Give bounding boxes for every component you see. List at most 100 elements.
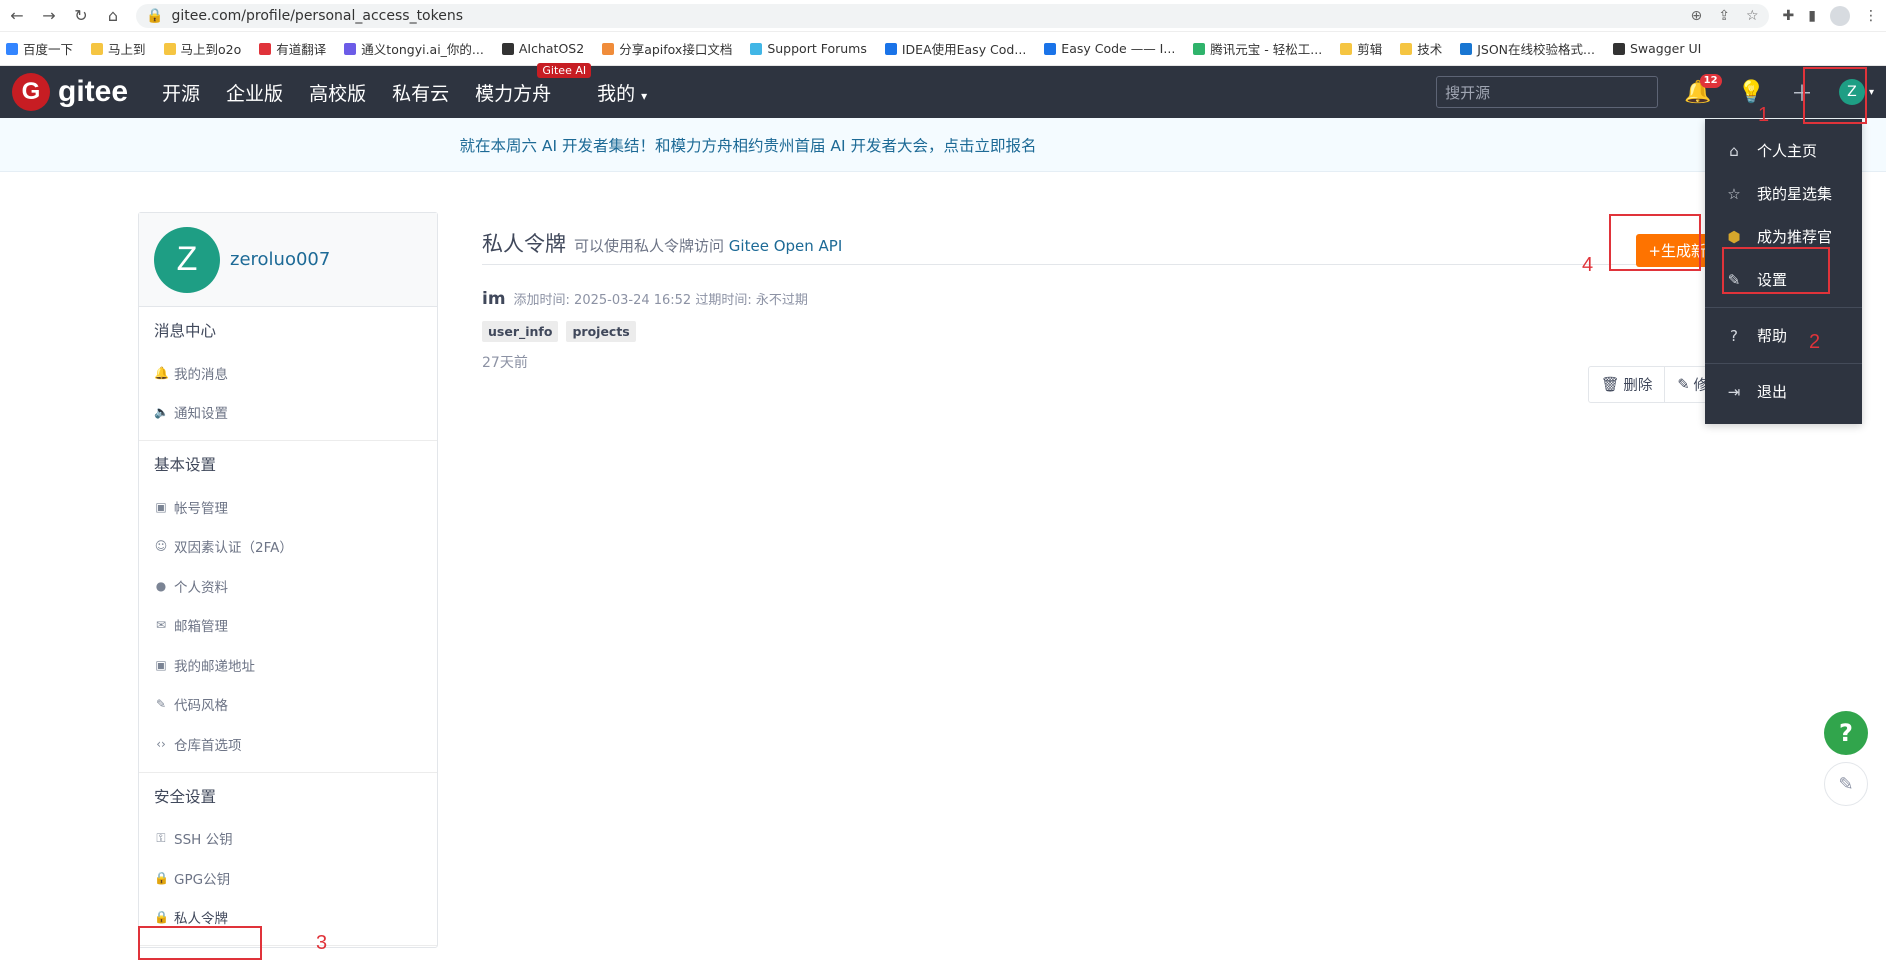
sidebar-item-label: 代码风格	[174, 698, 228, 715]
sidebar-item[interactable]: ⚿ SSH 公钥	[154, 819, 423, 859]
notification-count: 12	[1699, 73, 1722, 88]
sidebar-item[interactable]: 🔒 GPG公钥	[154, 858, 423, 898]
bookmark-item[interactable]: 腾讯元宝 - 轻松工...	[1193, 39, 1322, 58]
profile-name[interactable]: zeroluo007	[230, 249, 330, 270]
bookmark-item[interactable]: IDEA使用Easy Cod...	[884, 39, 1026, 58]
token-lock-icon: 🔒	[154, 910, 169, 925]
speaker-icon: 🔈	[154, 405, 169, 420]
nav-mine[interactable]: 我的 ▾	[597, 79, 647, 106]
plus-icon[interactable]: ＋	[1791, 76, 1813, 108]
bookmark-item[interactable]: Easy Code —— I...	[1044, 41, 1175, 56]
menu-item[interactable]: ⇥ 退出	[1705, 370, 1862, 413]
help-button[interactable]: ?	[1824, 711, 1868, 755]
bookmark-item[interactable]: AIchatOS2	[501, 41, 584, 56]
menu-item[interactable]: ⌂ 个人主页	[1705, 129, 1862, 172]
address-bar[interactable]: 🔒 gitee.com/profile/personal_access_toke…	[136, 3, 1769, 28]
share-icon[interactable]: ⇪	[1718, 8, 1730, 24]
sidebar-item-label: SSH 公钥	[174, 832, 233, 849]
bookmark-item[interactable]: Swagger UI	[1612, 41, 1701, 56]
settings-sidebar: Z zeroluo007 消息中心 🔔 我的消息 🔈 通知设置 基本设置 ▣ 帐号管理 ☺ 双因素…	[138, 212, 438, 948]
home-icon[interactable]: ⌂	[104, 6, 122, 25]
bookmark-item[interactable]: 百度一下	[6, 39, 73, 58]
sidebar-item[interactable]: ▣ 我的邮递地址	[154, 645, 423, 685]
sidebar-section: 安全设置 ⚿ SSH 公钥 🔒 GPG公钥 🔒 私人令牌	[139, 773, 437, 946]
sidebar-item[interactable]: ☺ 双因素认证（2FA）	[154, 527, 423, 567]
nav-open-source[interactable]: 开源	[162, 79, 200, 106]
sidebar-item[interactable]: 🔈 通知设置	[154, 393, 423, 433]
sidebar-item-label: 我的邮递地址	[174, 658, 255, 675]
sidebar-section-title: 基本设置	[154, 456, 217, 474]
zoom-icon[interactable]: ⊕	[1691, 8, 1703, 24]
token-time-ago: 27天前	[482, 355, 528, 371]
question-icon: ?	[1730, 326, 1738, 345]
user-menu-trigger[interactable]: Z ▾	[1838, 79, 1874, 105]
bookmark-star-icon[interactable]: ☆	[1746, 8, 1759, 24]
extensions-icon[interactable]: ✚	[1783, 8, 1795, 24]
lock-icon: 🔒	[154, 870, 169, 885]
sidebar-item[interactable]: 🔒 私人令牌	[154, 898, 423, 938]
search-input[interactable]: 搜开源	[1436, 76, 1659, 108]
bookmark-icon	[750, 42, 763, 55]
sidebar-item[interactable]: 🔔 我的消息	[154, 353, 423, 393]
step-label: 3	[316, 932, 328, 954]
gitee-logo[interactable]: G gitee	[12, 73, 128, 111]
address-icon: ▣	[155, 657, 167, 672]
nav-enterprise[interactable]: 企业版	[226, 79, 283, 106]
nav-private-cloud[interactable]: 私有云	[392, 79, 449, 106]
menu-item[interactable]: ✎ 设置	[1705, 258, 1862, 301]
nav-education[interactable]: 高校版	[309, 79, 366, 106]
bookmark-item[interactable]: JSON在线校验格式...	[1460, 39, 1595, 58]
menu-divider	[1705, 363, 1862, 364]
badge-icon: ⬢	[1727, 227, 1741, 246]
bookmark-item[interactable]: 马上到o2o	[163, 39, 241, 58]
feedback-button[interactable]: ✎	[1824, 762, 1868, 806]
bell-icon[interactable]: 🔔 12	[1684, 73, 1722, 105]
menu-item[interactable]: ? 帮助	[1705, 314, 1862, 357]
avatar[interactable]: Z	[154, 226, 220, 293]
bookmark-label: 有道翻译	[276, 42, 327, 57]
menu-item[interactable]: ☆ 我的星选集	[1705, 172, 1862, 215]
delete-label: 删除	[1623, 378, 1653, 394]
nav-moli-label: 模力方舟	[475, 82, 552, 105]
menu-icon[interactable]: ⋮	[1864, 8, 1878, 24]
sidebar-item[interactable]: ‹› 仓库首选项	[154, 724, 423, 764]
sidebar-item[interactable]: ✉ 邮箱管理	[154, 606, 423, 646]
sidebar-item[interactable]: ✎ 代码风格	[154, 685, 423, 725]
bookmark-item[interactable]: 技术	[1400, 39, 1442, 58]
forward-icon[interactable]: →	[40, 6, 58, 25]
announcement-banner[interactable]: 就在本周六 AI 开发者集结！和模力方舟相约贵州首届 AI 开发者大会，点击立即…	[0, 118, 1886, 172]
back-icon[interactable]: ←	[8, 6, 26, 25]
reload-icon[interactable]: ↻	[72, 6, 90, 25]
lightbulb-icon[interactable]: 💡	[1738, 80, 1765, 105]
bookmark-label: 通义tongyi.ai_你的...	[361, 42, 484, 57]
sidepanel-icon[interactable]: ▮	[1808, 8, 1816, 24]
browser-profile-icon[interactable]	[1830, 5, 1850, 26]
key-icon: ⚿	[156, 830, 166, 845]
menu-item[interactable]: ⬢ 成为推荐官	[1705, 215, 1862, 258]
bookmark-item[interactable]: 分享apifox接口文档	[602, 39, 732, 58]
sidebar-item[interactable]: ● 个人资料	[154, 566, 423, 606]
bookmark-item[interactable]: 剪辑	[1340, 39, 1382, 58]
bookmark-item[interactable]: 马上到	[91, 39, 146, 58]
bookmark-item[interactable]: 通义tongyi.ai_你的...	[344, 39, 484, 58]
trash-icon: 🗑	[1600, 377, 1620, 393]
gitee-logo-icon: G	[12, 73, 50, 111]
bookmark-item[interactable]: 有道翻译	[259, 39, 326, 58]
menu-item-label: 个人主页	[1757, 142, 1818, 160]
bookmarks-bar: 百度一下 马上到 马上到o2o 有道翻译 通义tongyi.ai_你的... AIchat…	[0, 32, 1886, 66]
sidebar-item[interactable]: ▣ 帐号管理	[154, 487, 423, 527]
edit-icon: ✎	[1677, 376, 1690, 393]
nav-moli[interactable]: 模力方舟 Gitee AI	[475, 62, 592, 106]
home-icon: ⌂	[1729, 141, 1739, 160]
gitee-ai-badge: Gitee AI	[537, 62, 592, 78]
main-content: 私人令牌 可以使用私人令牌访问 Gitee Open API +生成新 im 添…	[482, 228, 1722, 403]
bookmark-icon	[1044, 42, 1057, 55]
delete-button[interactable]: 🗑 删除	[1589, 367, 1666, 402]
bookmark-label: 技术	[1417, 42, 1443, 57]
bookmark-item[interactable]: Support Forums	[750, 41, 867, 56]
menu-item-label: 我的星选集	[1757, 185, 1833, 203]
user-key-icon: ☺	[154, 539, 168, 554]
logout-icon: ⇥	[1727, 382, 1741, 401]
token-meta: 添加时间: 2025-03-24 16:52 过期时间: 永不过期	[513, 293, 808, 308]
open-api-link[interactable]: Gitee Open API	[729, 237, 842, 255]
